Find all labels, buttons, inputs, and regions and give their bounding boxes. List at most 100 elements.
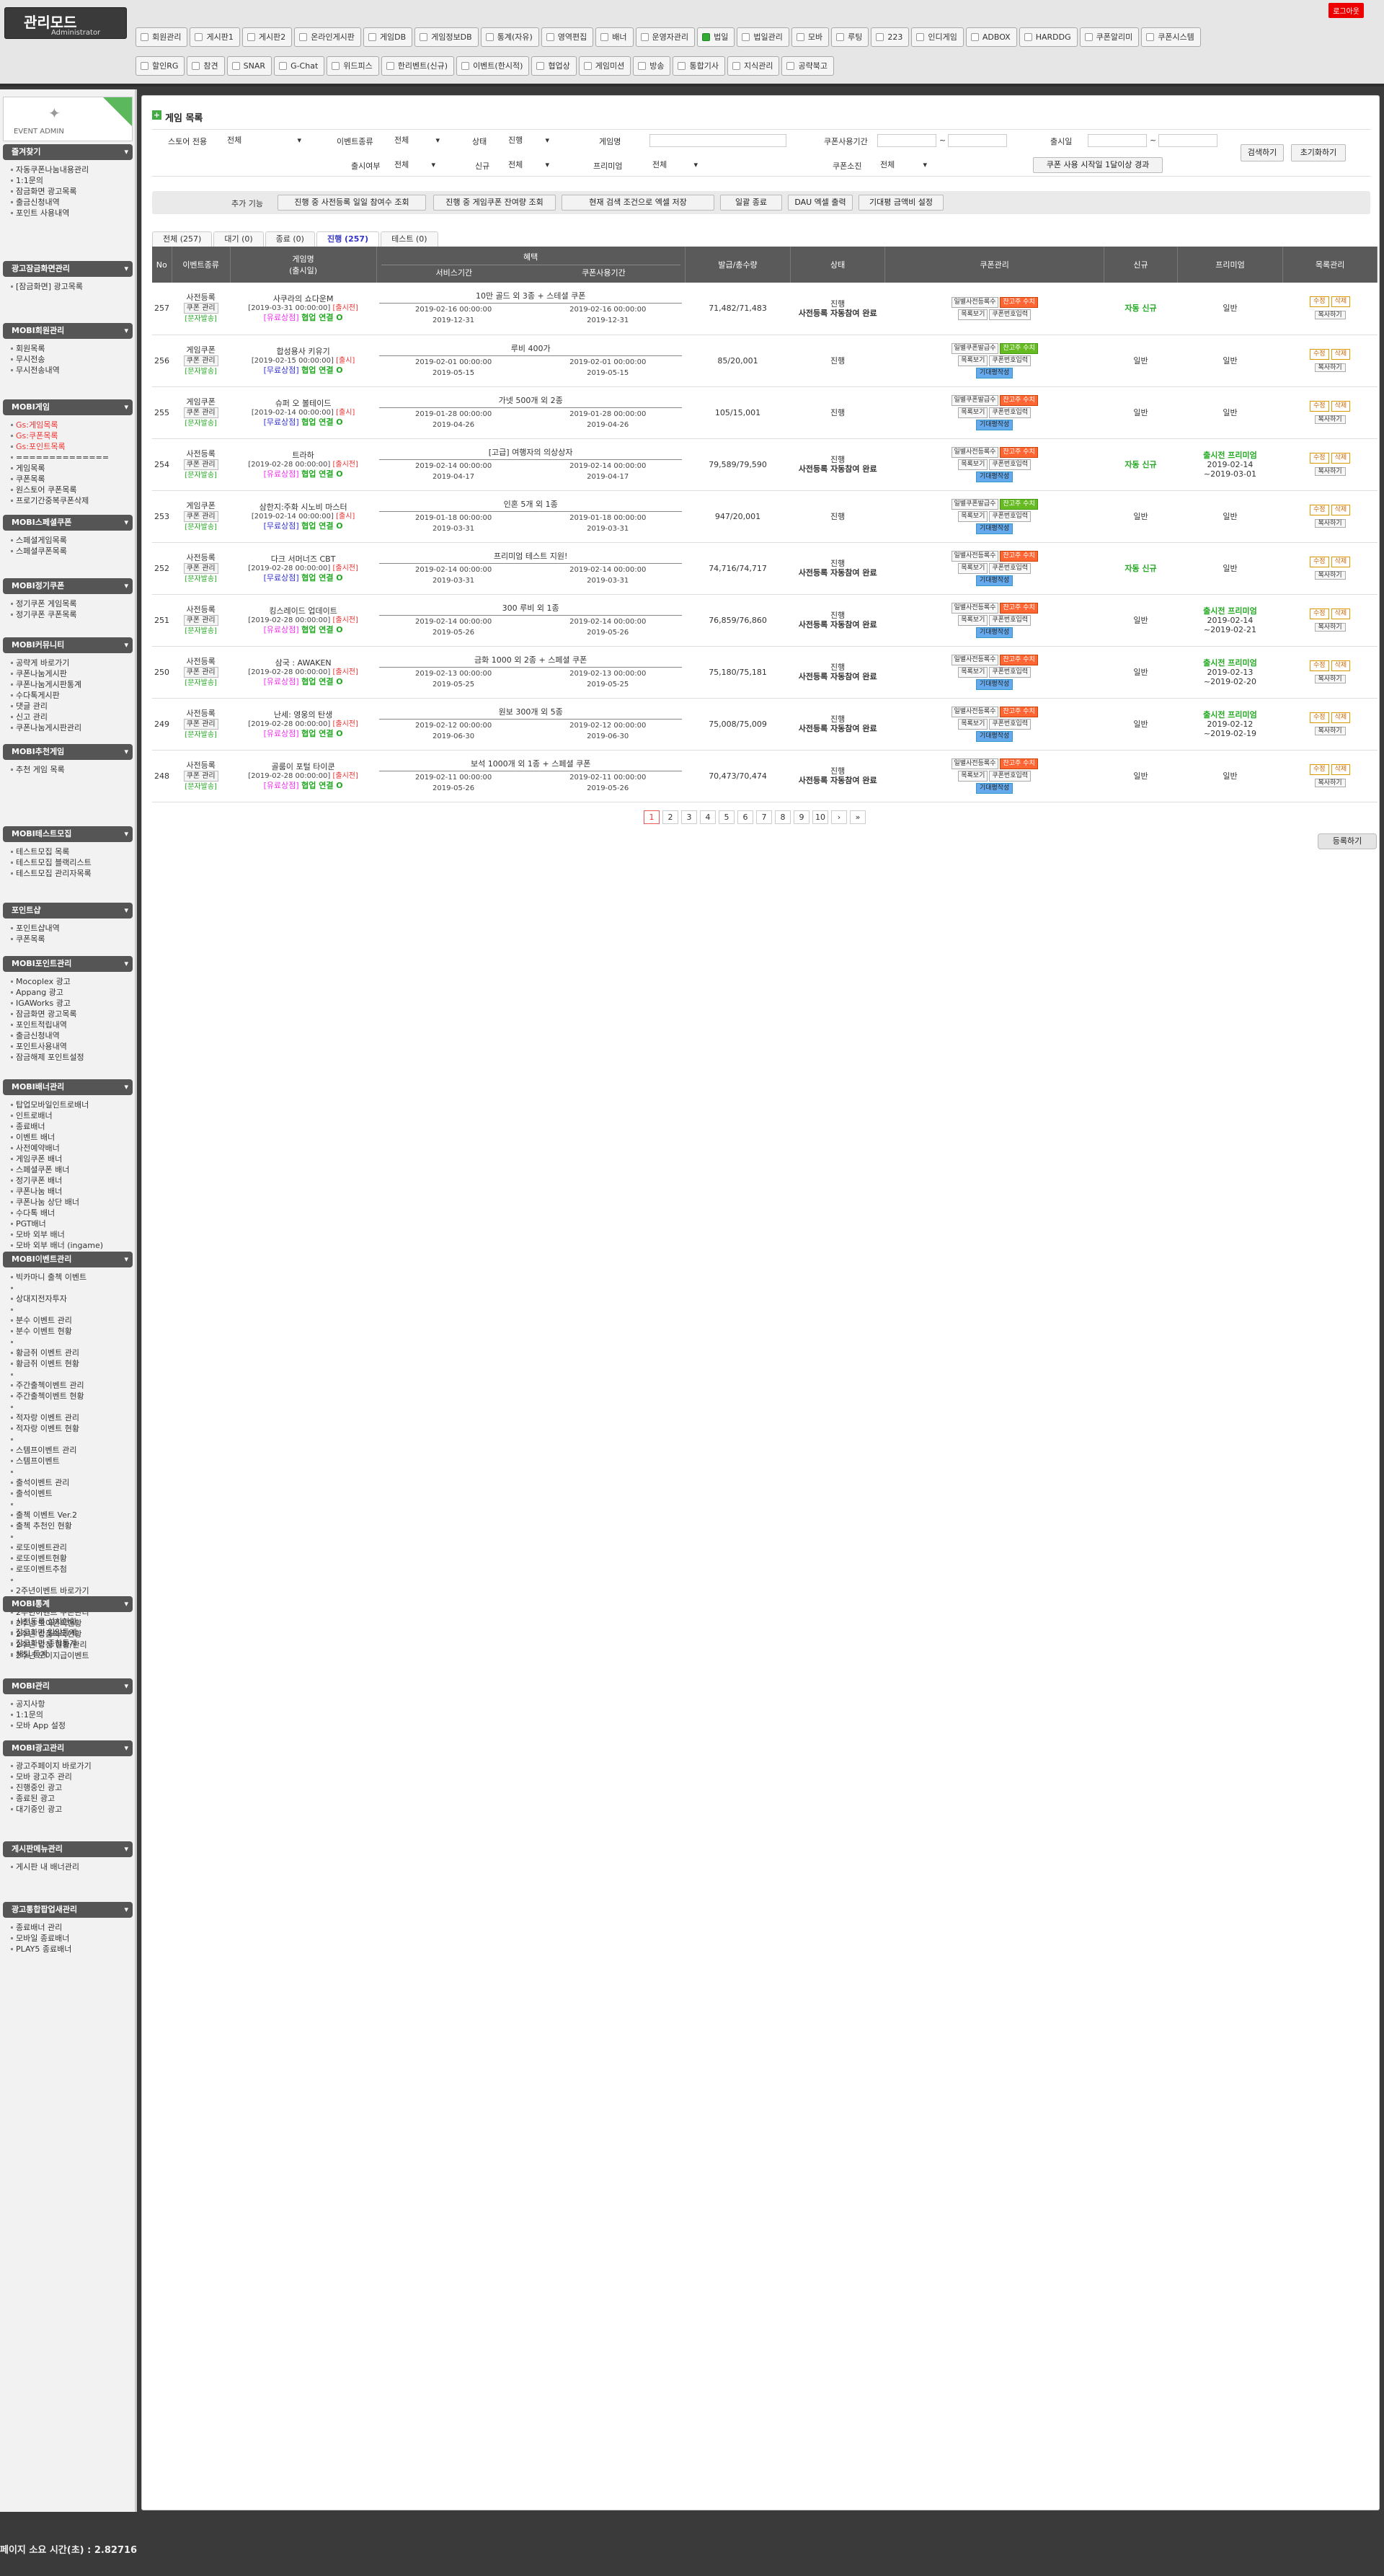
sidebar-item[interactable]: PLAY5 종료배너 (11, 1944, 133, 1955)
sidebar-item[interactable]: 댓글 관리 (11, 701, 133, 712)
menu-tab[interactable]: 참견 (187, 56, 225, 76)
list-view-button[interactable]: 목록보기 (958, 459, 988, 470)
sidebar-item[interactable]: 프로기간중복쿠폰삭제 (11, 495, 133, 506)
search-button[interactable]: 검색하기 (1241, 144, 1284, 161)
sms-link[interactable]: [문자발송] (172, 367, 230, 376)
coupon-count-badge[interactable]: 잔고주 수치 (1000, 342, 1038, 354)
sidebar-item[interactable]: 적자랑 이벤트 현황 (11, 1423, 133, 1434)
sidebar-item[interactable]: 출금신청내역 (11, 1030, 133, 1041)
sidebar-item[interactable]: [잠금화면] 광고목록 (11, 281, 133, 292)
sidebar-item[interactable]: 광고주페이지 바로가기 (11, 1761, 133, 1771)
sidebar-section-header[interactable]: MOBI통계 (3, 1596, 133, 1612)
sms-link[interactable]: [문자발송] (172, 782, 230, 792)
action-link[interactable]: 협업 연결 O (301, 521, 343, 531)
sidebar-item[interactable]: 자동쿠폰나눔내용관리 (11, 164, 133, 175)
list-view-button[interactable]: 목록보기 (958, 355, 988, 366)
released-select[interactable]: 전체 (391, 159, 438, 172)
sidebar-item[interactable]: 출석이벤트 (11, 1488, 133, 1499)
sidebar-item[interactable]: 2주년이벤트 바로가기 (11, 1585, 133, 1596)
sidebar-item[interactable]: 무시전송내역 (11, 365, 133, 376)
function-button[interactable]: DAU 엑셀 출력 (788, 195, 853, 211)
delete-button[interactable]: 삭제 (1331, 296, 1351, 308)
sidebar-item[interactable]: 진행중인 광고 (11, 1782, 133, 1793)
sidebar-section-header[interactable]: MOBI정기쿠폰 (3, 578, 133, 594)
sidebar-item[interactable]: 탑업모바일인트로배너 (11, 1099, 133, 1110)
sidebar-item[interactable]: 모바일 종료배너 (11, 1933, 133, 1944)
sidebar-item[interactable]: 정기쿠폰 게임목록 (11, 598, 133, 609)
delete-button[interactable]: 삭제 (1331, 660, 1351, 671)
coupon-no-input-button[interactable]: 쿠폰번호입력 (989, 459, 1032, 470)
function-button[interactable]: 현재 검색 조건으로 엑셀 저장 (562, 195, 714, 211)
sidebar-item[interactable]: Gs:쿠폰목록 (11, 430, 133, 441)
sidebar-item[interactable]: 출금신청내역 (11, 197, 133, 208)
coupon-manage-link[interactable]: 쿠폰 관리 (183, 666, 218, 678)
action-link[interactable]: 협업 연결 O (301, 313, 343, 322)
sidebar-item[interactable]: 출첵 추천인 현황 (11, 1521, 133, 1531)
expect-review-button[interactable]: 기대평작성 (975, 523, 1013, 534)
sidebar-item[interactable]: 스페셜게임목록 (11, 535, 133, 546)
sidebar-item[interactable]: 신고 관리 (11, 712, 133, 722)
sidebar-item[interactable]: 잠금해제 포인트설정 (11, 1052, 133, 1063)
game-name[interactable]: 킹스레이드 업데이트 (230, 606, 376, 616)
release-to-input[interactable] (1158, 134, 1217, 147)
sidebar-item[interactable]: 종료된 광고 (11, 1793, 133, 1804)
sidebar-item[interactable]: 상대지전자투자 (11, 1293, 133, 1304)
menu-tab[interactable]: 쿠폰시스템 (1141, 27, 1201, 47)
logout-button[interactable]: 로그아웃 (1328, 3, 1364, 18)
action-link[interactable]: 협업 연결 O (301, 469, 343, 479)
sidebar-item[interactable]: 쿠폰나눔게시판통계 (11, 679, 133, 690)
sidebar-item[interactable]: 종료배너 (11, 1121, 133, 1132)
menu-tab[interactable]: 게임정보DB (414, 27, 479, 47)
list-view-button[interactable]: 목록보기 (958, 562, 988, 574)
sidebar-item[interactable]: 잠금화면 종합통계 (11, 1638, 133, 1649)
sidebar-item[interactable]: 분수 이벤트 현황 (11, 1326, 133, 1337)
sidebar-item[interactable]: 무시전송 (11, 354, 133, 365)
sms-link[interactable]: [문자발송] (172, 575, 230, 584)
sidebar-item[interactable]: 1:1문의 (11, 175, 133, 186)
function-button[interactable]: 진행 중 게임쿠폰 잔여량 조회 (433, 195, 556, 211)
action-link[interactable]: 협업 연결 O (301, 625, 343, 634)
daily-stats-button[interactable]: 일별쿠폰발급수 (951, 342, 999, 354)
action-link[interactable]: 협업 연결 O (301, 573, 343, 583)
sidebar-section-header[interactable]: MOBI게임 (3, 399, 133, 415)
sidebar-item[interactable]: 원스토어 쿠폰목록 (11, 484, 133, 495)
menu-tab[interactable]: 법일관리 (737, 27, 789, 47)
list-view-button[interactable]: 목록보기 (958, 614, 988, 626)
menu-tab[interactable]: 한리벤트(신규) (381, 56, 455, 76)
sidebar-item[interactable]: 공략게 바로가기 (11, 658, 133, 668)
edit-button[interactable]: 수정 (1310, 296, 1329, 308)
daily-stats-button[interactable]: 일별사전등록수 (951, 446, 999, 458)
sidebar-item[interactable]: 적자랑 이벤트 관리 (11, 1412, 133, 1423)
coupon-manage-link[interactable]: 쿠폰 관리 (183, 770, 218, 782)
copy-button[interactable]: 복사하기 (1314, 726, 1346, 735)
game-name[interactable]: 트라하 (230, 451, 376, 460)
tab-status[interactable]: 종료 (0) (265, 231, 315, 247)
page-link[interactable]: › (831, 810, 847, 824)
menu-tab[interactable]: 인디게임 (911, 27, 964, 47)
sidebar-item[interactable]: 빅카마니 출첵 이벤트 (11, 1272, 133, 1283)
sidebar-item[interactable]: 잠금화면 광고목록 (11, 186, 133, 197)
sidebar-section-header[interactable]: MOBI스페셜쿠폰 (3, 515, 133, 531)
coupon-count-badge[interactable]: 잔고주 수치 (1000, 654, 1038, 665)
sidebar-item[interactable]: 테스트모집 목록 (11, 846, 133, 857)
coupon-count-badge[interactable]: 잔고주 수치 (1000, 296, 1038, 308)
sidebar-item[interactable]: Gs:게임목록 (11, 420, 133, 430)
sidebar-item[interactable]: 포인트적립내역 (11, 1019, 133, 1030)
menu-tab[interactable]: 온라인게시판 (294, 27, 361, 47)
delete-button[interactable]: 삭제 (1331, 556, 1351, 567)
page-link[interactable]: 4 (700, 810, 716, 824)
event-type-select[interactable]: 전체 (391, 134, 442, 147)
daily-stats-button[interactable]: 일별사전등록수 (951, 654, 999, 665)
coupon-count-badge[interactable]: 잔고주 수치 (1000, 758, 1038, 769)
menu-tab[interactable]: 영역편집 (541, 27, 594, 47)
sms-link[interactable]: [문자발송] (172, 314, 230, 324)
coupon-count-badge[interactable]: 잔고주 수치 (1000, 498, 1038, 510)
page-link[interactable]: 6 (737, 810, 753, 824)
page-link[interactable]: 10 (812, 810, 828, 824)
menu-tab[interactable]: 통계(자유) (480, 27, 539, 47)
coupon-manage-link[interactable]: 쿠폰 관리 (183, 614, 218, 626)
menu-tab[interactable]: 모바 (791, 27, 830, 47)
sidebar-item[interactable]: 쿠폰나눔 배너 (11, 1186, 133, 1197)
status-select[interactable]: 진행 (505, 134, 551, 147)
sidebar-item[interactable]: 수다톡 배너 (11, 1208, 133, 1218)
